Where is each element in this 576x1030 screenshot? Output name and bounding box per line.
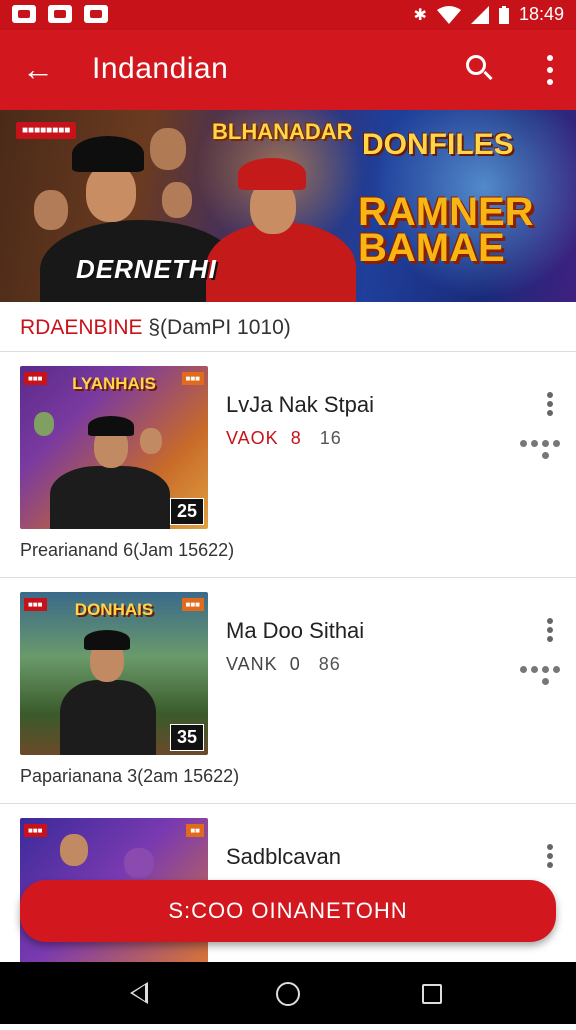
more-options-button[interactable] xyxy=(544,52,556,88)
more-vert-icon xyxy=(547,844,553,850)
game-caption: Paparianana 3(2am 15622) xyxy=(20,766,240,786)
thumb-character-2-head xyxy=(124,848,154,878)
status-time: 18:49 xyxy=(518,4,564,24)
thumb-character-cap xyxy=(84,630,130,650)
game-title[interactable]: LvJa Nak Stpai xyxy=(226,392,374,418)
thumb-character xyxy=(60,680,156,755)
game-thumbnail[interactable]: ■■■ ■■■ LYANHAIS 25 xyxy=(20,366,208,529)
thumb-badge: ■■■ xyxy=(24,824,47,837)
banner-character-head xyxy=(86,164,136,222)
list-item[interactable]: ■■■ ■■■ LYANHAIS 25 LvJa Nak Stpai VAOK … xyxy=(0,352,576,578)
thumb-character-2-head xyxy=(34,412,54,436)
game-meta: VAOK 8 16 xyxy=(226,428,342,449)
list-item[interactable]: ■■■ ■■■ DONHAIS 35 Ma Doo Sithai VANK 0 … xyxy=(0,578,576,804)
app-bar: ← Indandian xyxy=(0,30,576,110)
banner-shirt-text: DERNETHI xyxy=(76,254,217,284)
page-title: Indandian xyxy=(92,52,229,85)
game-meta-num: 8 xyxy=(290,428,302,448)
game-thumbnail[interactable]: ■■■ ■■■ DONHAIS 35 xyxy=(20,592,208,755)
banner-logo-1: BLHANADAR xyxy=(212,119,353,144)
game-meta: VANK 0 86 xyxy=(226,654,341,675)
status-bar: ✱ 18:49 xyxy=(0,0,576,30)
wifi-icon xyxy=(436,5,461,24)
section-header: RDAENBINE §(DamPI 1010) xyxy=(0,302,576,352)
thumb-character-cap xyxy=(88,416,134,436)
photo-icon xyxy=(48,5,72,23)
game-meta-value: 86 xyxy=(318,654,341,674)
thumb-number: 25 xyxy=(169,498,204,525)
game-meta-value: 16 xyxy=(319,428,342,448)
more-vert-icon xyxy=(547,55,553,61)
section-title-sub: §(DamPI 1010) xyxy=(148,316,291,339)
bluetooth-icon: ✱ xyxy=(413,6,427,24)
banner-character-5-head xyxy=(162,182,192,218)
arrow-left-icon: ← xyxy=(22,51,54,87)
banner-logo-2: DONFILES xyxy=(362,128,514,161)
banner-character-cap xyxy=(72,136,144,172)
banner-logo-3: RAMNER BAMAE xyxy=(358,190,534,270)
game-meta-num: 0 xyxy=(289,654,301,674)
more-vert-icon xyxy=(547,392,553,398)
message-icon xyxy=(84,5,108,23)
game-title[interactable]: Sadblcavan xyxy=(226,844,341,870)
item-menu-button[interactable] xyxy=(544,392,556,416)
thumb-number: 35 xyxy=(169,724,204,751)
thumb-badge: ■■■ xyxy=(24,372,47,385)
banner-character-2-cap xyxy=(238,158,306,190)
thumb-badge-2: ■■■ xyxy=(181,372,204,385)
banner-character-2 xyxy=(206,222,356,302)
thumb-character xyxy=(50,466,170,529)
game-title[interactable]: Ma Doo Sithai xyxy=(226,618,364,644)
back-button[interactable]: ← xyxy=(18,50,58,90)
system-nav-bar xyxy=(0,962,576,1024)
thumb-badge-2: ■■ xyxy=(186,824,204,837)
game-meta-label: VAOK xyxy=(226,428,279,448)
drag-handle-icon[interactable] xyxy=(520,430,560,462)
battery-icon xyxy=(498,5,509,24)
banner-character-3-head xyxy=(150,128,186,170)
thumb-badge: ■■■ xyxy=(24,598,47,611)
signal-icon xyxy=(470,5,489,24)
section-title-main: RDAENBINE xyxy=(20,316,143,339)
item-menu-button[interactable] xyxy=(544,618,556,642)
thumb-badge-2: ■■■ xyxy=(181,598,204,611)
banner-character-4-head xyxy=(34,190,68,230)
item-menu-button[interactable] xyxy=(544,844,556,868)
primary-action-button[interactable]: S:COO OINANETOHN xyxy=(20,880,556,942)
featured-banner[interactable]: ■■■■■■■■ DERNETHI BLHANADAR DONFILES RAM… xyxy=(0,110,576,302)
status-notifications xyxy=(12,5,108,23)
thumb-logo: DONHAIS xyxy=(74,600,154,619)
nav-recents-icon[interactable] xyxy=(422,984,442,1004)
status-system: ✱ 18:49 xyxy=(414,4,564,25)
banner-tag: ■■■■■■■■ xyxy=(16,122,77,139)
drag-handle-icon[interactable] xyxy=(520,656,560,688)
game-meta-label: VANK xyxy=(226,654,278,674)
nav-back-icon[interactable] xyxy=(130,982,148,1004)
game-caption: Prearianand 6(Jam 15622) xyxy=(20,540,235,560)
thumb-character-head xyxy=(60,834,88,866)
notification-icon xyxy=(12,5,36,23)
thumb-logo: LYANHAIS xyxy=(72,374,156,393)
nav-home-icon[interactable] xyxy=(276,982,300,1006)
section-title: RDAENBINE §(DamPI 1010) xyxy=(20,316,291,340)
search-button[interactable] xyxy=(460,50,500,90)
thumb-character-3-head xyxy=(140,428,162,454)
more-vert-icon xyxy=(547,618,553,624)
